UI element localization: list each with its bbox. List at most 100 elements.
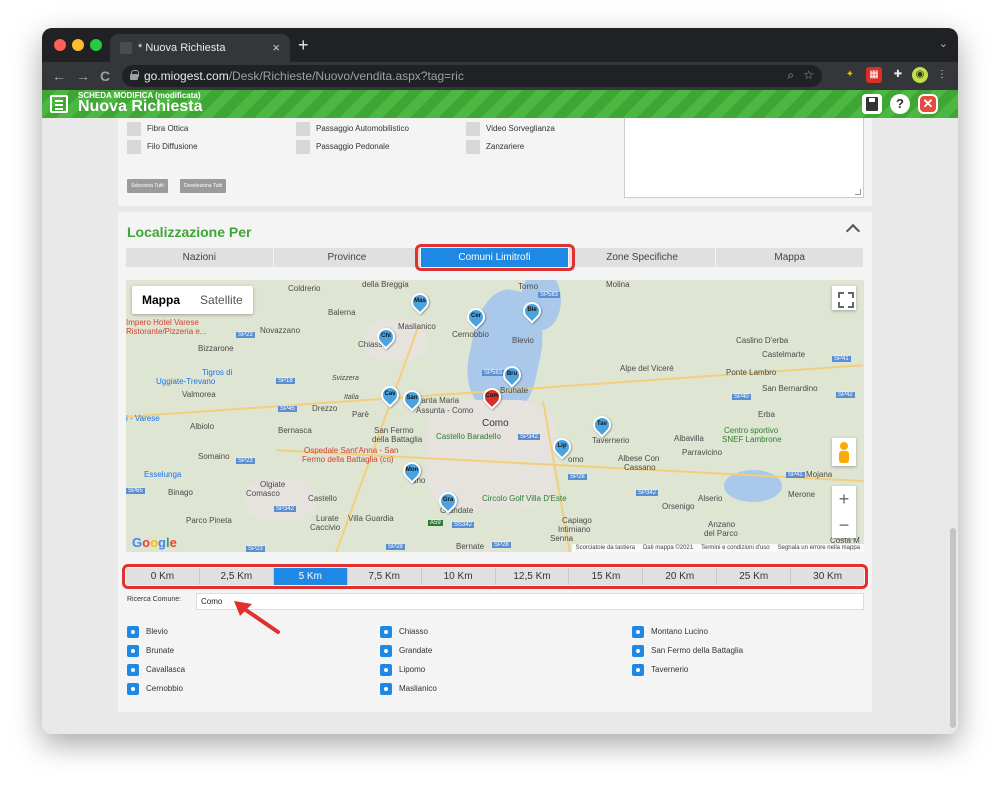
road-badge: SP45 xyxy=(278,406,297,412)
map-type-satellite-button[interactable]: Satellite xyxy=(190,286,253,314)
road-badge: SS342 xyxy=(452,522,475,528)
map-data-label: Dati mappa ©2021 xyxy=(642,545,694,551)
close-window-button[interactable] xyxy=(54,39,66,51)
tab-close-icon[interactable]: × xyxy=(272,40,280,55)
url-bar[interactable]: go.miogest.com/Desk/Richieste/Nuovo/vend… xyxy=(122,65,822,87)
help-button[interactable]: ? xyxy=(890,94,910,114)
map-place-label: Torno xyxy=(518,282,539,291)
reload-button[interactable]: C xyxy=(100,68,110,84)
checkbox-icon[interactable] xyxy=(127,645,139,657)
search-label: Ricerca Comune: xyxy=(127,596,182,603)
keyboard-shortcuts-link[interactable]: Scorciatoie da tastiera xyxy=(576,545,635,551)
map-place-label: Bernate xyxy=(456,542,485,551)
map-poi-label: Circolo Golf Villa D'Este xyxy=(482,494,567,503)
checkbox-icon[interactable] xyxy=(127,683,139,695)
features-panel: Fibra Ottica Passaggio Automobilistico V… xyxy=(118,118,872,206)
map-pin-label: Mon xyxy=(405,467,419,473)
map-place-label: Mojana xyxy=(806,470,833,479)
tab-nazioni[interactable]: Nazioni xyxy=(126,248,274,267)
map-place-label: Olgiate xyxy=(260,480,286,489)
comune-search-input[interactable] xyxy=(196,593,864,610)
map-place-label: Erba xyxy=(758,410,775,419)
zoom-control: + − xyxy=(832,486,856,538)
google-logo: Google xyxy=(132,535,177,550)
checkbox-icon[interactable] xyxy=(127,626,139,638)
browser-menu-icon[interactable]: ⋮ xyxy=(934,67,950,83)
map-place-label: Merone xyxy=(788,490,816,499)
pegman-icon[interactable] xyxy=(832,438,856,466)
new-tab-button[interactable]: + xyxy=(298,35,309,56)
road-badge: SP342 xyxy=(636,490,659,496)
map-pin-label: Cav xyxy=(384,391,396,397)
extension-icon[interactable]: ✦ xyxy=(842,67,858,83)
browser-window: * Nuova Richiesta × + ⌄ ← → C go.miogest… xyxy=(42,28,958,734)
road-badge: SP28 xyxy=(386,544,405,550)
resize-handle-icon[interactable] xyxy=(855,189,861,195)
search-icon[interactable]: ⌕ xyxy=(787,68,794,83)
map-place-label: Drezzo xyxy=(312,404,338,413)
checkbox-icon[interactable] xyxy=(632,626,644,638)
checkbox-icon[interactable] xyxy=(380,626,392,638)
map-place-label: Albavilla xyxy=(674,434,704,443)
extension-calendar-icon[interactable]: ▦ xyxy=(866,67,882,83)
road-badge: A59 xyxy=(428,520,443,526)
maximize-window-button[interactable] xyxy=(90,39,102,51)
road-badge: SP42 xyxy=(836,392,855,398)
map-pin-label: Lip xyxy=(557,443,567,449)
map-type-map-button[interactable]: Mappa xyxy=(132,286,190,314)
map-place-label: Castelmarte xyxy=(762,350,806,359)
fullscreen-icon[interactable] xyxy=(832,286,856,310)
road-badge: SP583 xyxy=(538,292,561,298)
road-badge: SP41 xyxy=(786,472,805,478)
deselect-all-button[interactable]: Deseleziona Tutti xyxy=(180,179,227,193)
terms-link[interactable]: Termini e condizioni d'uso xyxy=(701,545,770,551)
map-place-label: Lurate xyxy=(316,514,339,523)
bookmark-star-icon[interactable]: ☆ xyxy=(803,68,814,82)
tab-province[interactable]: Province xyxy=(274,248,422,267)
tab-search-chevron-icon[interactable]: ⌄ xyxy=(939,37,948,50)
road-badge: SP23 xyxy=(236,458,255,464)
map-poi-label: Fermo della Battaglia (co) xyxy=(302,455,394,464)
map-place-label: Parco Pineta xyxy=(186,516,232,525)
checkbox-icon[interactable] xyxy=(632,645,644,657)
checkbox-icon[interactable] xyxy=(632,664,644,676)
map-place-label: Maslianico xyxy=(398,322,436,331)
back-button[interactable]: ← xyxy=(52,68,66,84)
checkbox-icon[interactable] xyxy=(127,664,139,676)
zoom-in-button[interactable]: + xyxy=(832,486,856,512)
minimize-window-button[interactable] xyxy=(72,39,84,51)
forward-button[interactable]: → xyxy=(76,68,90,84)
road-badge: SP18 xyxy=(276,378,295,384)
map-place-label: Villa Guardia xyxy=(348,514,394,523)
tab-title: * Nuova Richiesta xyxy=(138,42,226,54)
extensions-puzzle-icon[interactable]: ✚ xyxy=(890,67,906,83)
map-place-label: Orsenigo xyxy=(662,502,695,511)
map[interactable]: Mappa Satellite Coldrerio della Breggia … xyxy=(126,280,864,552)
map-place-label: Brunate xyxy=(500,386,529,395)
profile-avatar[interactable]: ◉ xyxy=(912,67,928,83)
checkbox-icon[interactable] xyxy=(380,683,392,695)
document-icon xyxy=(50,95,68,113)
zoom-out-button[interactable]: − xyxy=(832,512,856,538)
map-place-label: Caslino D'erba xyxy=(736,336,789,345)
map-place-label: Somaino xyxy=(198,452,230,461)
scrollbar[interactable] xyxy=(950,528,956,728)
save-button[interactable] xyxy=(862,94,882,114)
tab-mappa[interactable]: Mappa xyxy=(716,248,864,267)
select-all-button[interactable]: Seleziona Tutti xyxy=(127,179,168,193)
map-place-label: Como xyxy=(482,418,509,429)
notes-textarea[interactable] xyxy=(624,118,864,198)
browser-tab[interactable]: * Nuova Richiesta × xyxy=(110,34,290,62)
map-poi-label: Centro sportivo xyxy=(724,426,779,435)
tab-zone-specifiche[interactable]: Zone Specifiche xyxy=(569,248,717,267)
map-poi-label: Uggiate-Trevano xyxy=(156,377,216,386)
checkbox-icon[interactable] xyxy=(380,645,392,657)
checkbox-icon[interactable] xyxy=(380,664,392,676)
report-error-link[interactable]: Segnala un errore nella mappa xyxy=(778,545,860,551)
chevron-up-icon[interactable] xyxy=(845,223,861,239)
map-place-label: Bizzarone xyxy=(198,344,234,353)
main-content: Fibra Ottica Passaggio Automobilistico V… xyxy=(42,118,958,734)
map-poi-label: Tigros di xyxy=(202,368,233,377)
close-button[interactable]: ✕ xyxy=(918,94,938,114)
map-place-label: Senna xyxy=(550,534,574,543)
